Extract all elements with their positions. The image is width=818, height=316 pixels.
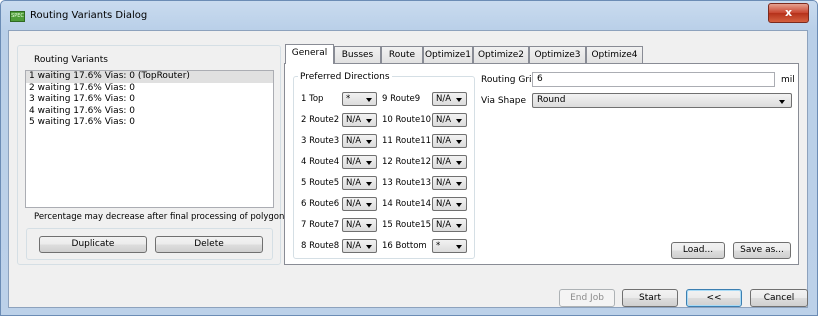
chevron-down-icon [456, 140, 462, 144]
cancel-button[interactable]: Cancel [750, 289, 808, 307]
direction-select[interactable]: * [342, 92, 377, 106]
direction-select[interactable]: N/A [342, 113, 377, 127]
via-shape-select[interactable]: Round [532, 93, 792, 108]
direction-select[interactable]: N/A [432, 134, 467, 148]
tab-optimize4[interactable]: Optimize4 [586, 46, 643, 63]
direction-value: N/A [436, 178, 452, 188]
direction-value: N/A [346, 136, 362, 146]
list-item[interactable]: 3 waiting 17.6% Vias: 0 [26, 94, 273, 106]
direction-select[interactable]: N/A [342, 176, 377, 190]
direction-value: * [436, 241, 441, 251]
direction-value: N/A [346, 115, 362, 125]
window-title: Routing Variants Dialog [30, 10, 148, 21]
direction-value: N/A [346, 157, 362, 167]
direction-value: N/A [346, 178, 362, 188]
via-shape-label: Via Shape [481, 96, 527, 106]
variants-label: Routing Variants [34, 55, 108, 65]
layer-label: 11 Route11 [382, 136, 432, 146]
direction-select[interactable]: N/A [342, 197, 377, 211]
layer-label: 4 Route4 [301, 157, 340, 167]
layer-label: 1 Top [301, 94, 324, 104]
chevron-down-icon [456, 203, 462, 207]
chevron-down-icon [366, 182, 372, 186]
list-item[interactable]: 5 waiting 17.6% Vias: 0 [26, 117, 273, 129]
chevron-down-icon [456, 161, 462, 165]
variants-list[interactable]: 1 waiting 17.6% Vias: 0 (TopRouter) 2 wai… [25, 70, 274, 208]
layer-label: 9 Route9 [382, 94, 421, 104]
chevron-down-icon [779, 100, 785, 104]
back-button[interactable]: << [686, 289, 742, 307]
end-job-button[interactable]: End Job [559, 289, 615, 307]
direction-select[interactable]: N/A [342, 218, 377, 232]
duplicate-button[interactable]: Duplicate [39, 236, 147, 253]
direction-select[interactable]: N/A [432, 113, 467, 127]
chevron-down-icon [366, 161, 372, 165]
chevron-down-icon [366, 140, 372, 144]
chevron-down-icon [366, 203, 372, 207]
preferred-directions-label: Preferred Directions [298, 72, 392, 82]
direction-select[interactable]: N/A [342, 239, 377, 253]
tab-busses[interactable]: Busses [334, 46, 381, 63]
tab-optimize3[interactable]: Optimize3 [529, 46, 586, 63]
list-item[interactable]: 1 waiting 17.6% Vias: 0 (TopRouter) [26, 71, 273, 83]
layer-label: 10 Route10 [382, 115, 432, 125]
routing-grid-input[interactable]: 6 [532, 72, 775, 87]
direction-select[interactable]: N/A [342, 155, 377, 169]
chevron-down-icon [366, 119, 372, 123]
routing-grid-unit: mil [781, 75, 795, 85]
routing-grid-label: Routing Grid [481, 75, 538, 85]
direction-value: N/A [436, 94, 452, 104]
list-item[interactable]: 2 waiting 17.6% Vias: 0 [26, 83, 273, 95]
list-item[interactable]: 4 waiting 17.6% Vias: 0 [26, 106, 273, 118]
tab-route[interactable]: Route [381, 46, 423, 63]
delete-button[interactable]: Delete [155, 236, 263, 253]
direction-select[interactable]: * [432, 239, 467, 253]
layer-label: 7 Route7 [301, 220, 340, 230]
start-button[interactable]: Start [622, 289, 678, 307]
direction-select[interactable]: N/A [432, 218, 467, 232]
layer-label: 2 Route2 [301, 115, 340, 125]
direction-value: N/A [436, 220, 452, 230]
direction-value: N/A [346, 199, 362, 209]
direction-select[interactable]: N/A [432, 197, 467, 211]
chevron-down-icon [366, 98, 372, 102]
layer-label: 6 Route6 [301, 199, 340, 209]
layer-label: 15 Route15 [382, 220, 432, 230]
direction-value: N/A [436, 157, 452, 167]
chevron-down-icon [456, 119, 462, 123]
save-as-button[interactable]: Save as... [733, 242, 791, 259]
via-shape-value: Round [537, 95, 566, 105]
layer-label: 3 Route3 [301, 136, 340, 146]
chevron-down-icon [456, 98, 462, 102]
title-bar[interactable]: SPEC Routing Variants Dialog x [1, 1, 817, 31]
chevron-down-icon [366, 224, 372, 228]
close-button[interactable]: x [768, 3, 809, 23]
direction-select[interactable]: N/A [432, 155, 467, 169]
chevron-down-icon [456, 224, 462, 228]
chevron-down-icon [456, 182, 462, 186]
layer-label: 14 Route14 [382, 199, 432, 209]
direction-value: N/A [436, 115, 452, 125]
variants-note: Percentage may decrease after final proc… [34, 212, 292, 222]
tab-optimize2[interactable]: Optimize2 [473, 46, 529, 63]
direction-value: N/A [346, 220, 362, 230]
tab-optimize1[interactable]: Optimize1 [423, 46, 473, 63]
direction-select[interactable]: N/A [432, 92, 467, 106]
layer-label: 12 Route12 [382, 157, 432, 167]
direction-select[interactable]: N/A [432, 176, 467, 190]
direction-value: N/A [346, 241, 362, 251]
app-icon: SPEC [10, 11, 25, 22]
direction-value: N/A [436, 136, 452, 146]
layer-label: 5 Route5 [301, 178, 340, 188]
chevron-down-icon [456, 245, 462, 249]
direction-select[interactable]: N/A [342, 134, 377, 148]
direction-value: N/A [436, 199, 452, 209]
chevron-down-icon [366, 245, 372, 249]
layer-label: 16 Bottom [382, 241, 427, 251]
layer-label: 8 Route8 [301, 241, 340, 251]
tab-general[interactable]: General [285, 44, 334, 64]
direction-value: * [346, 94, 351, 104]
load-button[interactable]: Load... [671, 242, 725, 259]
layer-label: 13 Route13 [382, 178, 432, 188]
